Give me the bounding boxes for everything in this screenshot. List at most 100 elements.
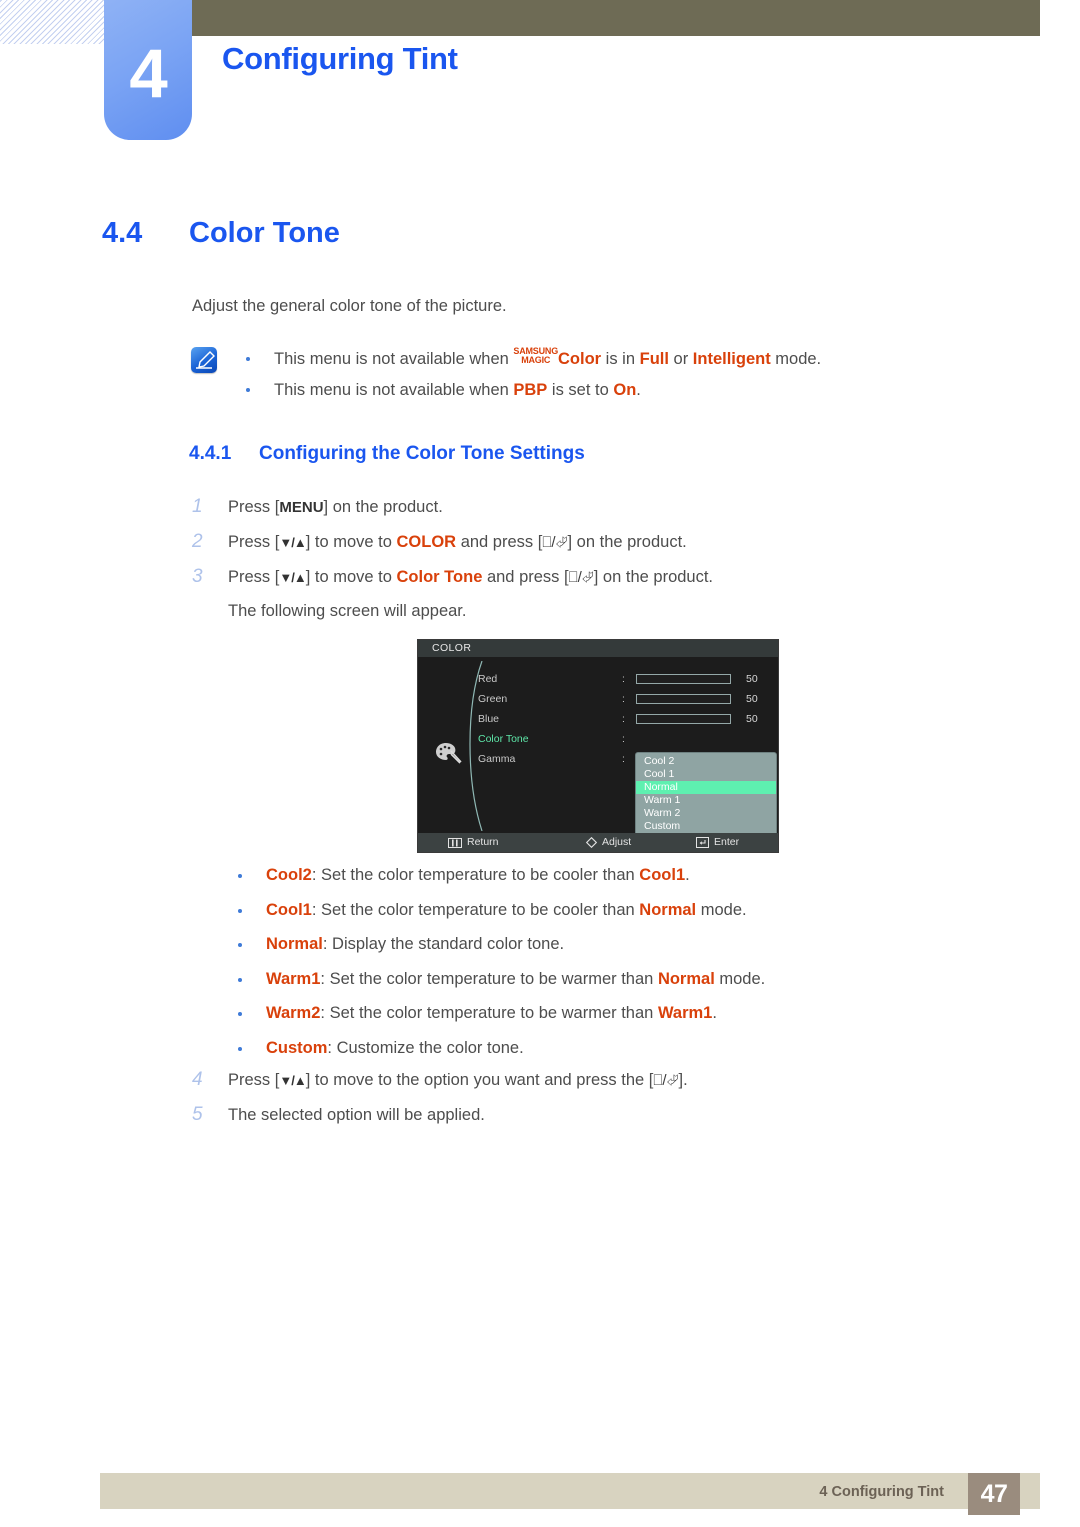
note-text-prefix: This menu is not available when — [274, 381, 514, 399]
step-number: 3 — [192, 566, 203, 587]
section-number: 4.4 — [102, 217, 143, 249]
option-separator: : — [311, 900, 322, 919]
osd-colon: : — [622, 713, 625, 725]
dropdown-item-normal[interactable]: Normal — [636, 781, 776, 794]
option-name: Normal — [266, 935, 323, 953]
step-text-a: Press [ — [228, 533, 280, 551]
option-description: Set the color temperature to be cooler t… — [321, 866, 640, 884]
color-tone-dropdown[interactable]: Cool 2 Cool 1 Normal Warm 1 Warm 2 Custo… — [636, 753, 776, 836]
decorative-hatch-pattern — [0, 0, 104, 44]
osd-adjust-label: Adjust — [602, 836, 632, 848]
diamond-icon — [586, 837, 597, 848]
osd-colon: : — [622, 753, 625, 765]
bullet-icon — [238, 1012, 242, 1016]
subsection-title: Configuring the Color Tone Settings — [259, 443, 585, 464]
note-keyword-full: Full — [639, 350, 669, 368]
step-keyword-color: COLOR — [396, 533, 457, 551]
step-item: 2 Press [▼/▲] to move to COLOR and press … — [192, 525, 952, 560]
page-title: Color Tone — [189, 217, 340, 249]
note-text-mid1: is in — [601, 350, 640, 368]
section-intro-text: Adjust the general color tone of the pic… — [192, 297, 507, 315]
step-text-d: ] on the product. — [593, 568, 714, 586]
header-bar — [190, 0, 1040, 36]
osd-row-red[interactable]: Red : 50 — [478, 669, 778, 689]
dropdown-item-cool2[interactable]: Cool 2 — [636, 755, 776, 768]
dropdown-item-warm1[interactable]: Warm 1 — [636, 794, 776, 807]
step-item: 4 Press [▼/▲] to move to the option you w… — [192, 1063, 952, 1098]
osd-row-blue[interactable]: Blue : 50 — [478, 709, 778, 729]
source-enter-key-icon: ⎕/⏎ — [568, 569, 594, 586]
chapter-title: Configuring Tint — [222, 41, 458, 76]
step-number: 4 — [192, 1069, 203, 1090]
step-text-a: Press [ — [228, 498, 280, 516]
option-name: Cool2 — [266, 866, 312, 884]
osd-label: Blue — [478, 713, 500, 725]
option-tail: mode. — [714, 969, 766, 988]
osd-enter-action[interactable]: Enter — [696, 833, 739, 852]
bullet-icon — [238, 943, 242, 947]
osd-slider-red[interactable] — [636, 674, 731, 684]
chapter-number: 4 — [129, 35, 167, 112]
osd-slider-blue[interactable] — [636, 714, 731, 724]
down-up-arrows-icon: ▼/▲ — [279, 1073, 306, 1088]
note-item: This menu is not available when SAMSUNG M… — [242, 344, 942, 375]
note-text-mid1: is set to — [547, 381, 614, 399]
osd-colon: : — [622, 733, 625, 745]
option-separator: : — [327, 1038, 337, 1057]
option-name: Custom — [266, 1038, 328, 1057]
osd-row-green[interactable]: Green : 50 — [478, 689, 778, 709]
osd-colon: : — [622, 673, 625, 685]
osd-title: COLOR — [418, 640, 778, 657]
option-tail: . — [685, 866, 690, 884]
dropdown-item-cool1[interactable]: Cool 1 — [636, 768, 776, 781]
steps-list-tail: 4 Press [▼/▲] to move to the option you w… — [192, 1063, 952, 1132]
osd-row-color-tone[interactable]: Color Tone : — [478, 729, 778, 749]
note-item: This menu is not available when PBP is s… — [242, 375, 942, 406]
page-number-box: 47 — [968, 1473, 1020, 1515]
source-enter-key-icon: ⎕/⏎ — [653, 1072, 679, 1089]
bullet-icon — [238, 908, 242, 913]
osd-label: Color Tone — [478, 733, 529, 745]
option-description: Display the standard color tone. — [332, 935, 565, 953]
osd-slider-green[interactable] — [636, 694, 731, 704]
option-item-cool2: Cool2: Set the color temperature to be c… — [234, 858, 994, 893]
dropdown-item-warm2[interactable]: Warm 2 — [636, 807, 776, 820]
palette-icon — [436, 743, 462, 764]
note-keyword-color: Color — [558, 350, 602, 368]
step-item: 3 Press [▼/▲] to move to Color Tone and p… — [192, 560, 952, 595]
step-text-a: Press [ — [228, 1071, 280, 1089]
step-text-a: Press [ — [228, 568, 280, 586]
option-description: Set the color temperature to be cooler t… — [321, 900, 640, 919]
step-number: 2 — [192, 531, 203, 552]
step-text-c: and press [ — [456, 533, 543, 551]
option-keyword: Warm1 — [657, 1004, 713, 1022]
source-enter-key-icon: ⎕/⏎ — [542, 534, 568, 551]
footer-chapter-reference: 4 Configuring Tint — [819, 1484, 944, 1500]
osd-body: Red : 50 Green : 50 Blue : 50 Color Tone… — [418, 657, 778, 836]
magic-logo-bottom: MAGIC — [521, 355, 551, 365]
note-pen-icon — [191, 347, 217, 373]
option-name: Cool1 — [266, 900, 312, 919]
option-item-normal: Normal: Display the standard color tone. — [234, 927, 994, 962]
osd-adjust-action[interactable]: Adjust — [586, 833, 631, 852]
option-name: Warm1 — [266, 969, 321, 988]
step-text-d: ] on the product. — [567, 533, 687, 551]
option-item-custom: Custom: Customize the color tone. — [234, 1031, 994, 1066]
option-separator: : — [320, 969, 330, 988]
option-description: Customize the color tone. — [336, 1038, 524, 1057]
osd-return-action[interactable]: Return — [448, 833, 499, 852]
osd-menu-screenshot: COLOR Red : 50 Green : 50 Blue: 50 Colo… — [418, 640, 778, 852]
enter-key-icon — [696, 837, 709, 848]
steps-list: 1 Press [MENU] on the product. 2 Press [▼/… — [192, 490, 952, 627]
osd-footer: Return Adjust Enter — [418, 833, 778, 852]
note-text-prefix: This menu is not available when — [274, 350, 514, 368]
bullet-icon — [238, 1046, 242, 1051]
dropdown-item-custom[interactable]: Custom — [636, 820, 776, 833]
step-text-b: ] to move to — [305, 568, 397, 586]
menu-bars-icon — [448, 837, 462, 848]
bullet-icon — [238, 977, 242, 982]
option-description: Set the color temperature to be warmer t… — [329, 1004, 658, 1022]
option-item-warm2: Warm2: Set the color temperature to be w… — [234, 996, 994, 1031]
step-text-b: ] on the product. — [323, 498, 443, 516]
step-item: 1 Press [MENU] on the product. — [192, 490, 952, 525]
